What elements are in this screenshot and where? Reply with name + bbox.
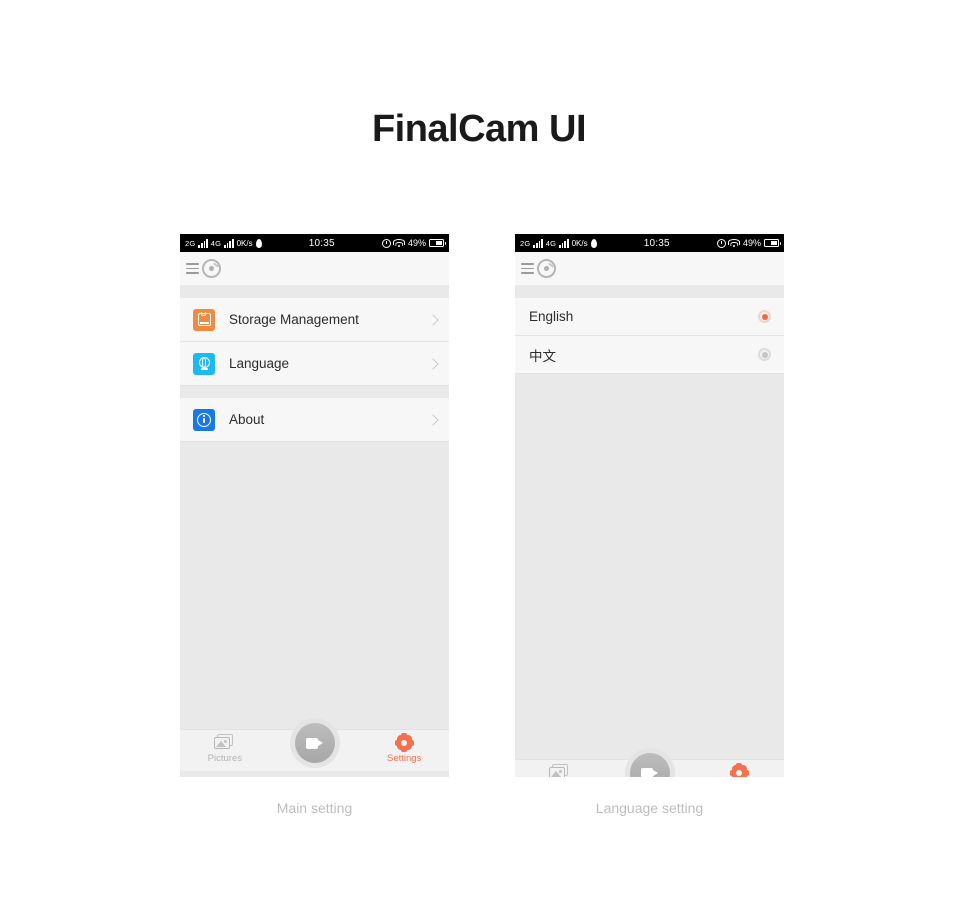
hamburger-menu-icon[interactable]: [186, 263, 199, 274]
battery-icon: [764, 239, 781, 247]
network-label-4g: 4G: [210, 238, 222, 248]
tab-settings[interactable]: Settings: [694, 760, 784, 777]
battery-percent-label: 49%: [407, 238, 426, 248]
status-bar: 2G 4G 0K/s 10:35 49%: [180, 234, 449, 252]
chevron-right-icon: [427, 357, 439, 370]
chevron-right-icon: [427, 413, 439, 426]
tab-pictures[interactable]: Pictures: [515, 760, 605, 777]
network-label-4g: 4G: [545, 238, 557, 248]
signal-bars-icon: [533, 238, 543, 248]
status-bar-clock: 10:35: [643, 237, 670, 249]
list-item-label: About: [229, 412, 265, 427]
language-options-list: English 中文: [515, 298, 784, 374]
page-title: FinalCam UI: [371, 108, 587, 150]
signal-bars-icon: [198, 238, 208, 248]
language-option-label: 中文: [529, 348, 556, 364]
settings-list: Storage Management Language About: [180, 298, 449, 442]
phone-mockup-main-setting: 2G 4G 0K/s 10:35 49% Storage Management: [180, 234, 449, 777]
pictures-icon: [214, 734, 235, 751]
caption-language-setting: Language setting: [595, 800, 704, 816]
signal-bars-icon: [559, 238, 569, 248]
list-item-language[interactable]: Language: [180, 342, 449, 386]
signal-bars-icon: [224, 238, 234, 248]
camera-gauge-logo-icon: [537, 259, 556, 278]
status-bar: 2G 4G 0K/s 10:35 49%: [515, 234, 784, 252]
language-option-english[interactable]: English: [515, 298, 784, 336]
status-bar-right: 49%: [716, 238, 781, 248]
pictures-icon: [549, 764, 570, 777]
alarm-clock-icon: [716, 238, 726, 248]
camera-gauge-logo-icon: [202, 259, 221, 278]
tab-settings[interactable]: Settings: [359, 730, 449, 764]
battery-icon: [429, 239, 446, 247]
battery-percent-label: 49%: [742, 238, 761, 248]
gear-icon: [729, 763, 749, 777]
data-rate-label: 0K/s: [571, 238, 588, 248]
hamburger-menu-icon[interactable]: [521, 263, 534, 274]
list-item-label: Language: [229, 356, 290, 371]
alarm-clock-icon: [381, 238, 391, 248]
radio-button-selected[interactable]: [758, 310, 771, 323]
empty-content-area: [515, 374, 784, 759]
tab-pictures[interactable]: Pictures: [180, 730, 270, 764]
gear-icon: [394, 733, 414, 752]
bottom-tab-bar: Pictures Settings: [515, 748, 784, 777]
app-header: [515, 252, 784, 286]
tab-label: Settings: [387, 753, 422, 764]
header-gap-strip: [515, 286, 784, 298]
empty-content-area: [180, 442, 449, 729]
network-label-2g: 2G: [185, 238, 196, 248]
header-gap-strip: [180, 286, 449, 298]
video-camera-icon: [641, 767, 658, 777]
info-icon: [193, 408, 215, 431]
tab-label: Pictures: [207, 753, 242, 764]
caption-main-setting: Main setting: [276, 800, 353, 816]
app-header: [180, 252, 449, 286]
network-label-2g: 2G: [520, 238, 531, 248]
wifi-icon: [393, 238, 406, 248]
status-bar-left: 2G 4G 0K/s: [520, 238, 597, 248]
language-option-label: English: [529, 309, 574, 324]
radio-button-unselected[interactable]: [758, 348, 771, 361]
storage-icon: [193, 308, 215, 331]
status-bar-right: 49%: [381, 238, 446, 248]
status-bar-left: 2G 4G 0K/s: [185, 238, 262, 248]
list-item-about[interactable]: About: [180, 398, 449, 442]
data-rate-label: 0K/s: [236, 238, 253, 248]
record-button[interactable]: [624, 748, 675, 777]
wifi-icon: [728, 238, 741, 248]
list-item-label: Storage Management: [229, 312, 359, 327]
language-option-chinese[interactable]: 中文: [515, 336, 784, 374]
record-button[interactable]: [289, 718, 340, 768]
chevron-right-icon: [427, 313, 439, 326]
bottom-tab-bar: Pictures Settings: [180, 718, 449, 771]
globe-icon: [193, 352, 215, 375]
phone-mockup-language-setting: 2G 4G 0K/s 10:35 49% English 中文: [515, 234, 784, 777]
list-gap-strip: [180, 386, 449, 398]
video-camera-icon: [306, 737, 323, 749]
list-item-storage-management[interactable]: Storage Management: [180, 298, 449, 342]
status-bar-clock: 10:35: [308, 237, 335, 249]
